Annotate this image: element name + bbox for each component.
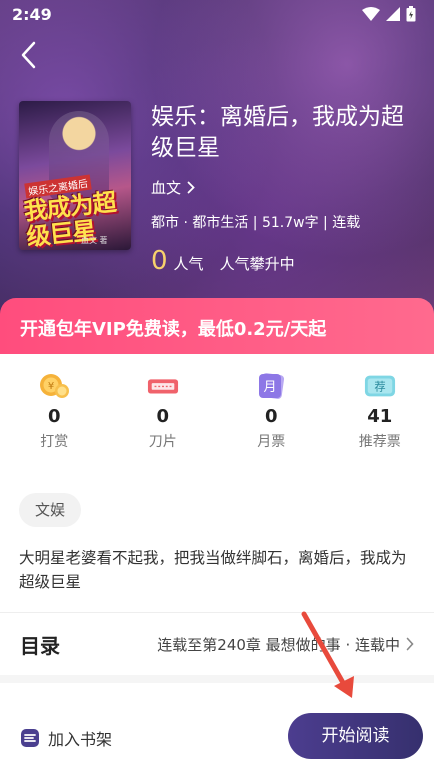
author-name: 血文: [151, 179, 182, 197]
stat-reward[interactable]: ¥ 0 打赏: [0, 354, 109, 464]
status-time: 2:49: [12, 5, 52, 24]
wifi-icon: [362, 7, 380, 21]
stat-recommend-ticket[interactable]: 荐 41 推荐票: [326, 354, 434, 464]
book-cover[interactable]: 娱乐之离婚后 我成为超级巨星 血文 著: [19, 101, 131, 250]
stat-label: 打赏: [40, 434, 69, 450]
blade-icon: [147, 372, 179, 400]
chevron-right-icon: [406, 637, 414, 651]
section-gap: [0, 675, 434, 683]
bookshelf-icon: [21, 729, 39, 747]
toc-title: 目录: [20, 633, 60, 658]
stat-value: 0: [47, 406, 61, 427]
book-meta: 都市 · 都市生活 | 51.7w字 | 连载: [151, 215, 361, 231]
coin-icon: ¥: [38, 372, 70, 400]
stat-monthly-ticket[interactable]: 月 0 月票: [217, 354, 326, 464]
stat-value: 0: [156, 406, 170, 427]
genre-tag[interactable]: 文娱: [19, 493, 82, 527]
vip-banner[interactable]: 开通包年VIP免费读，最低0.2元/天起: [0, 298, 434, 354]
popularity-number: 0: [151, 246, 168, 276]
back-arrow-icon: [21, 41, 36, 69]
stat-value: 0: [264, 406, 278, 427]
chevron-right-icon: [187, 181, 195, 194]
recommend-ticket-icon: 荐: [364, 372, 396, 400]
stat-label: 月票: [257, 434, 286, 450]
battery-icon: [406, 6, 416, 22]
status-bar: 2:49: [0, 0, 434, 30]
popularity-rank: 人气攀升中: [219, 255, 295, 273]
stat-value: 41: [367, 406, 393, 427]
stats-row: ¥ 0 打赏 0 刀片 月 0 月票 荐 41 推荐票: [0, 354, 434, 464]
cover-author: 血文 著: [81, 236, 108, 245]
stat-label: 推荐票: [358, 434, 401, 450]
status-icons: [362, 6, 416, 22]
add-to-shelf-button[interactable]: 加入书架: [20, 726, 112, 750]
cover-title: 我成为超级巨星: [22, 188, 117, 250]
stat-blade[interactable]: 0 刀片: [109, 354, 218, 464]
monthly-ticket-icon: 月: [255, 372, 287, 400]
svg-text:荐: 荐: [374, 381, 385, 394]
popularity-label: 人气: [173, 255, 204, 273]
start-reading-button[interactable]: 开始阅读: [288, 713, 423, 759]
back-button[interactable]: [14, 40, 42, 70]
book-title: 娱乐：离婚后，我成为超级巨星: [151, 104, 404, 161]
stat-label: 刀片: [148, 434, 177, 450]
table-of-contents-row[interactable]: 目录 连载至第240章 最想做的事 · 连载中: [0, 613, 434, 675]
toc-latest-chapter: 连载至第240章 最想做的事 · 连载中: [157, 635, 400, 654]
bottom-action-bar: 加入书架 开始阅读: [0, 683, 434, 772]
popularity-row: 0 人气 人气攀升中: [151, 246, 295, 276]
svg-text:月: 月: [264, 380, 277, 395]
svg-text:¥: ¥: [48, 381, 54, 392]
author-link[interactable]: 血文: [151, 177, 195, 198]
add-to-shelf-label: 加入书架: [48, 730, 113, 749]
signal-icon: [386, 7, 400, 21]
book-summary[interactable]: 大明星老婆看不起我，把我当做绊脚石，离婚后，我成为超级巨星: [19, 546, 415, 594]
